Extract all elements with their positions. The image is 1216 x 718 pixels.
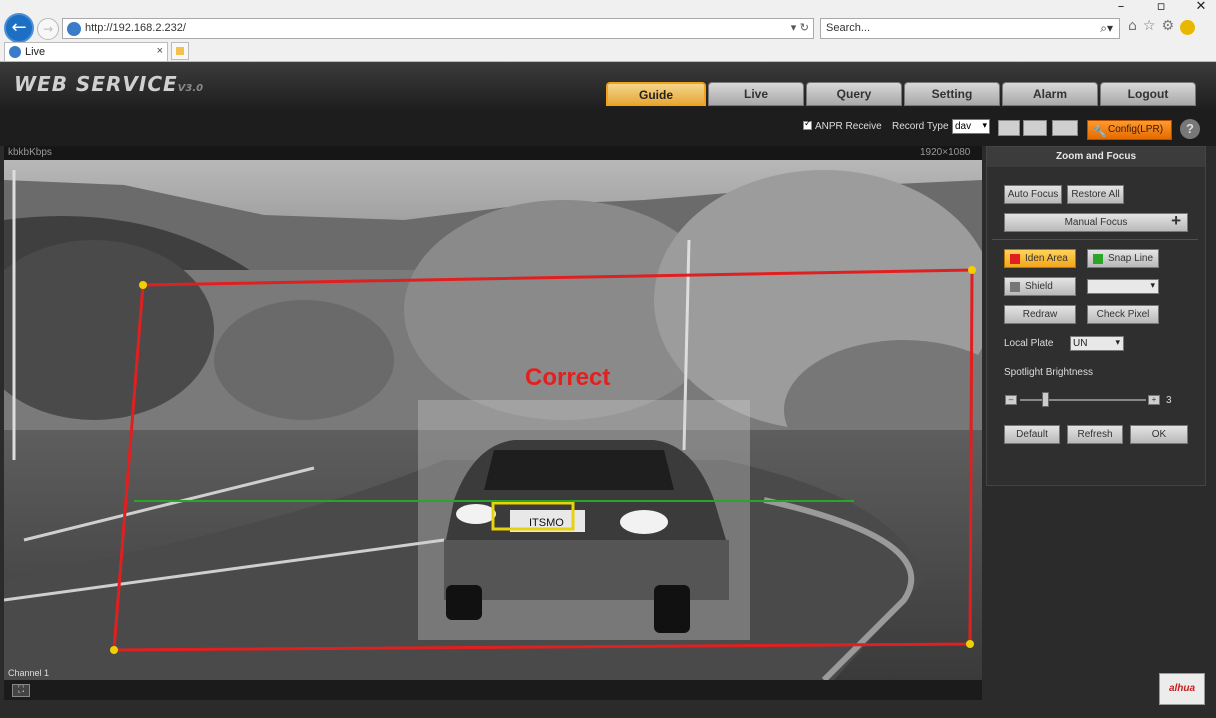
restore-all-button[interactable]: Restore All — [1067, 185, 1124, 204]
close-window-button[interactable]: ✕ — [1194, 0, 1208, 16]
spotlight-value: 3 — [1166, 395, 1172, 406]
tab-guide[interactable]: Guide — [606, 82, 706, 106]
local-plate-select[interactable]: UN — [1070, 336, 1124, 351]
app-header: WEB SERVICEV3.0 Guide Live Query Setting… — [0, 62, 1216, 108]
spotlight-brightness-label: Spotlight Brightness — [1004, 367, 1093, 378]
manual-focus-button[interactable]: Manual Focus + — [1004, 211, 1188, 232]
record-settings-icon[interactable] — [1023, 120, 1047, 136]
tab-label: Live — [25, 46, 46, 58]
logo-version: V3.0 — [177, 83, 204, 94]
live-video-view[interactable]: ITSMO — [4, 160, 982, 680]
close-tab-icon[interactable]: × — [157, 45, 163, 57]
channel-label: Channel 1 — [8, 668, 50, 678]
spotlight-slider-track[interactable] — [1020, 399, 1146, 401]
shield-area-button[interactable]: Shield Area — [1004, 277, 1076, 309]
correct-overlay-text: Correct — [525, 364, 611, 391]
record-type-label: Record Type — [892, 121, 949, 132]
wrench-icon: 🔧 — [1093, 125, 1107, 138]
checkbox-checked-icon — [803, 119, 812, 130]
browser-tab-live[interactable]: Live × — [4, 42, 168, 61]
anpr-receive-label: ANPR Receive — [815, 121, 882, 132]
address-bar[interactable]: http://192.168.2.232/ ▾ ↻ — [62, 18, 814, 39]
iden-area-handle[interactable] — [966, 640, 974, 648]
browser-chrome: – ▫ ✕ ← → http://192.168.2.232/ ▾ ↻ Sear… — [0, 0, 1216, 62]
window-controls: – ▫ ✕ — [1114, 0, 1208, 16]
auto-focus-button[interactable]: Auto Focus — [1004, 185, 1062, 204]
video-info-bar — [4, 146, 982, 160]
gear-icon[interactable]: ⚙ — [1161, 18, 1174, 35]
arrow-right-icon: → — [42, 22, 54, 36]
config-lpr-label: Config(LPR) — [1108, 124, 1164, 135]
back-button[interactable]: ← — [4, 13, 34, 43]
maximize-button[interactable]: ▫ — [1154, 0, 1168, 16]
camera-frame: ITSMO — [4, 160, 982, 680]
plus-icon: + — [1171, 211, 1181, 230]
config-lpr-button[interactable]: 🔧 Config(LPR) — [1087, 120, 1172, 140]
dahua-brand-logo: alhua — [1159, 673, 1205, 705]
tab-alarm[interactable]: Alarm — [1002, 82, 1098, 106]
tab-query[interactable]: Query — [806, 82, 902, 106]
slider-increase-button[interactable]: + — [1148, 395, 1160, 405]
ie-favicon-icon — [9, 46, 21, 58]
logo-text: WEB SERVICE — [14, 72, 178, 96]
iden-area-handle[interactable] — [110, 646, 118, 654]
refresh-button[interactable]: Refresh — [1067, 425, 1123, 444]
panel-divider — [992, 239, 1198, 240]
tab-live[interactable]: Live — [708, 82, 804, 106]
shield-area-select[interactable] — [1087, 279, 1159, 294]
search-input[interactable]: Search... ⌕▾ — [820, 18, 1120, 39]
minimize-button[interactable]: – — [1114, 0, 1128, 16]
panel-title: Zoom and Focus — [987, 147, 1205, 167]
snap-line-label: Snap Line — [1108, 253, 1154, 264]
iden-area-label: Iden Area — [1025, 253, 1068, 264]
plate-text: ITSMO — [529, 517, 564, 529]
redraw-button[interactable]: Redraw — [1004, 305, 1076, 324]
tab-logout[interactable]: Logout — [1100, 82, 1196, 106]
record-type-select[interactable]: dav — [952, 119, 990, 134]
search-icon[interactable]: ⌕▾ — [1100, 21, 1113, 36]
browser-icons: ⌂ ☆ ⚙ — [1128, 18, 1196, 35]
resolution-readout: 1920×1080 — [920, 147, 971, 158]
anpr-receive-checkbox[interactable]: ANPR Receive — [803, 119, 882, 132]
check-pixel-button[interactable]: Check Pixel — [1087, 305, 1159, 324]
feedback-icon[interactable] — [1180, 20, 1196, 35]
iden-area-button[interactable]: Iden Area — [1004, 249, 1076, 268]
ok-button[interactable]: OK — [1130, 425, 1188, 444]
star-icon[interactable]: ☆ — [1143, 18, 1156, 35]
bitrate-readout: kbkbKbps — [8, 147, 52, 158]
video-camera-icon[interactable] — [1052, 120, 1078, 136]
address-url: http://192.168.2.232/ — [85, 22, 186, 34]
spotlight-slider-knob[interactable] — [1042, 392, 1050, 407]
ie-favicon-icon — [67, 22, 81, 36]
slider-decrease-button[interactable]: – — [1005, 395, 1017, 405]
home-icon[interactable]: ⌂ — [1128, 18, 1137, 35]
gray-swatch-icon — [1010, 282, 1020, 292]
iden-area-handle[interactable] — [968, 266, 976, 274]
help-icon[interactable]: ? — [1180, 119, 1200, 139]
web-service-logo: WEB SERVICEV3.0 — [14, 72, 203, 96]
snap-line-button[interactable]: Snap Line — [1087, 249, 1159, 268]
green-swatch-icon — [1093, 254, 1103, 264]
iden-area-handle[interactable] — [139, 281, 147, 289]
default-button[interactable]: Default — [1004, 425, 1060, 444]
red-swatch-icon — [1010, 254, 1020, 264]
snapshot-icon[interactable] — [998, 120, 1020, 136]
manual-focus-label: Manual Focus — [1064, 217, 1128, 228]
refresh-icon[interactable]: ▾ ↻ — [791, 21, 809, 34]
arrow-left-icon: ← — [11, 17, 27, 38]
main-nav: Guide Live Query Setting Alarm Logout — [606, 82, 1196, 106]
search-placeholder: Search... — [826, 22, 871, 34]
forward-button[interactable]: → — [37, 18, 59, 40]
video-footer — [4, 680, 982, 700]
fullscreen-icon[interactable]: ⛶ — [12, 684, 30, 697]
local-plate-label: Local Plate — [1004, 338, 1054, 349]
new-tab-button[interactable] — [171, 42, 189, 60]
tab-setting[interactable]: Setting — [904, 82, 1000, 106]
